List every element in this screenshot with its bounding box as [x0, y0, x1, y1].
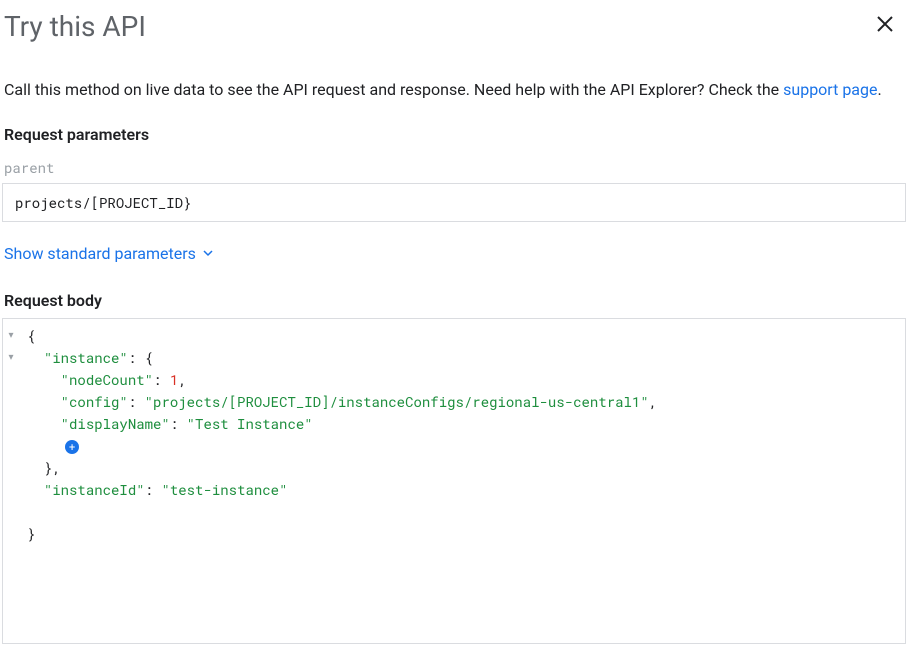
show-standard-parameters-link[interactable]: Show standard parameters	[0, 244, 908, 263]
chevron-down-icon	[202, 247, 214, 259]
fold-arrow-icon[interactable]: ▾	[3, 347, 19, 369]
json-key-nodecount: "nodeCount"	[61, 370, 153, 389]
json-key-instanceid: "instanceId"	[44, 480, 145, 499]
json-key-instance: "instance"	[44, 348, 128, 367]
description-text: Call this method on live data to see the…	[0, 77, 908, 103]
parent-param-label: parent	[0, 158, 908, 177]
page-title: Try this API	[4, 10, 146, 43]
close-icon[interactable]	[876, 10, 904, 39]
parent-input[interactable]	[2, 183, 906, 222]
description-after: .	[877, 80, 881, 99]
support-page-link[interactable]: support page	[783, 80, 877, 99]
json-value-config: "projects/[PROJECT_ID]/instanceConfigs/r…	[145, 392, 649, 411]
json-value-displayname: "Test Instance"	[187, 414, 313, 433]
editor-gutter: ▾ ▾	[3, 319, 19, 643]
json-key-config: "config"	[61, 392, 128, 411]
fold-arrow-icon[interactable]: ▾	[3, 325, 19, 347]
json-value-nodecount: 1	[170, 370, 178, 389]
request-parameters-heading: Request parameters	[0, 125, 908, 144]
description-before: Call this method on live data to see the…	[4, 80, 783, 99]
add-property-button[interactable]: +	[65, 440, 79, 454]
json-key-displayname: "displayName"	[61, 414, 170, 433]
json-code-area[interactable]: { "instance": { "nodeCount": 1, "config"…	[19, 319, 905, 643]
json-value-instanceid: "test-instance"	[161, 480, 287, 499]
show-standard-label: Show standard parameters	[4, 244, 196, 263]
request-body-editor[interactable]: ▾ ▾ { "instance": { "nodeCount": 1, "con…	[2, 318, 906, 644]
request-body-heading: Request body	[0, 291, 908, 310]
